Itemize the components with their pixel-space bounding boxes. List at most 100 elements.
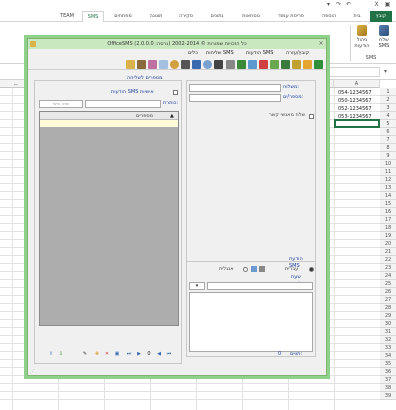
hebrew-radio[interactable] [309,267,314,272]
row-header[interactable]: 9 [380,152,396,160]
tab-review[interactable]: סקירה [172,11,200,22]
copy-icon[interactable] [248,60,257,69]
nav-prev-icon[interactable]: ◀ [156,351,162,357]
row-header[interactable]: 20 [380,240,396,248]
sender-field[interactable] [189,84,281,92]
row-header[interactable]: 12 [380,176,396,184]
row-header[interactable]: 17 [380,216,396,224]
schedule-dropdown[interactable]: ▾ [189,282,205,290]
coins-icon[interactable] [170,60,179,69]
row-header[interactable]: 19 [380,232,396,240]
tab-data[interactable]: נתונים [202,11,232,22]
nav-first-icon[interactable]: ⏮ [166,351,172,357]
menu-file-help[interactable]: קובץ/עזרה [286,49,309,58]
tab-team[interactable]: TEAM [54,11,80,22]
row-header[interactable]: 28 [380,304,396,312]
row-header[interactable]: 21 [380,248,396,256]
row-header[interactable]: 39 [380,392,396,400]
row-header[interactable]: 34 [380,352,396,360]
row-header[interactable]: 2 [380,96,396,104]
row-header[interactable]: 35 [380,360,396,368]
collapse-ribbon-icon[interactable]: ▾ [384,68,392,76]
export-icon[interactable] [270,60,279,69]
nav-last-icon[interactable]: ⏭ [126,351,132,357]
row-header[interactable]: 24 [380,272,396,280]
personal-field-select[interactable]: שדה אישי [39,100,83,108]
nav-edit-icon[interactable]: ✎ [82,351,88,357]
row-header[interactable]: 32 [380,336,396,344]
cell-a3[interactable]: 052-1234567 [338,105,372,113]
row-header[interactable]: 4 [380,112,396,120]
tab-page-layout[interactable]: פריסת עמוד [270,11,312,22]
menu-sms-messages[interactable]: הודעות SMS [246,49,273,58]
destination-field[interactable] [189,94,281,102]
row-header[interactable]: 36 [380,368,396,376]
close-icon[interactable]: × [317,40,325,48]
save-icon[interactable]: ▣ [384,1,391,8]
redo-icon[interactable]: ↷ [335,1,342,8]
personal-sms-checkbox[interactable] [173,90,178,95]
tab-file[interactable]: קובץ [370,11,392,22]
nav-refresh-icon[interactable]: ▣ [114,351,120,357]
numbers-list[interactable]: מספרים ▲ [39,111,179,326]
row-header[interactable]: 8 [380,144,396,152]
row-header[interactable]: 23 [380,264,396,272]
notes-icon[interactable] [126,60,135,69]
row-header[interactable]: 7 [380,136,396,144]
sort-icon[interactable]: ▲ [170,113,176,119]
row-header[interactable]: 15 [380,200,396,208]
open-folder-icon[interactable] [303,60,312,69]
nav-export-icon[interactable]: ⇪ [48,351,54,357]
english-radio[interactable] [243,267,248,272]
new-number-row[interactable] [40,120,178,127]
message-textarea[interactable] [189,292,313,352]
row-header[interactable]: 29 [380,312,396,320]
settings-icon[interactable] [226,60,235,69]
row-header[interactable]: 37 [380,376,396,384]
clear-message-icon[interactable] [259,266,265,272]
column-header-a[interactable]: A [334,80,380,88]
row-header[interactable]: 10 [380,160,396,168]
active-cell[interactable] [334,119,380,128]
row-header[interactable]: 22 [380,256,396,264]
row-header[interactable]: 3 [380,104,396,112]
row-header[interactable]: 6 [380,128,396,136]
customize-qa-icon[interactable]: ▾ [325,1,332,8]
row-header[interactable]: 14 [380,192,396,200]
key-icon[interactable] [137,60,146,69]
tab-sms[interactable]: SMS [82,11,104,22]
save-icon[interactable] [292,60,301,69]
title-field[interactable] [85,100,161,108]
row-header[interactable]: 13 [380,184,396,192]
tab-insert[interactable]: הוספה [314,11,344,22]
select-all-corner[interactable]: ⌐ [14,82,18,88]
row-header[interactable]: 26 [380,288,396,296]
nav-delete-icon[interactable]: ✕ [104,351,110,357]
tab-formulas[interactable]: נוסחאות [234,11,268,22]
nav-add-icon[interactable]: ✚ [94,351,100,357]
resize-grip[interactable]: ⋰ [30,369,36,375]
cell-a1[interactable]: 054-1234567 [338,89,372,97]
tab-view[interactable]: תצוגה [142,11,170,22]
row-header[interactable]: 27 [380,296,396,304]
nav-import-icon[interactable]: ⇩ [58,351,64,357]
add-contact-icon[interactable] [237,60,246,69]
menu-tools[interactable]: כלים [188,49,198,58]
row-header[interactable]: 5 [380,120,396,128]
import-icon[interactable] [281,60,290,69]
clock-icon[interactable] [203,60,212,69]
menu-sms-sends[interactable]: שליחות SMS [206,49,234,58]
tab-developer[interactable]: מפתחים [106,11,140,22]
row-header[interactable]: 33 [380,344,396,352]
pen-icon[interactable] [181,60,190,69]
copy-template-icon[interactable] [251,266,257,272]
undo-icon[interactable]: ↶ [345,1,352,8]
tab-home[interactable]: בית [346,11,368,22]
calendar-icon[interactable] [159,60,168,69]
row-header[interactable]: 16 [380,208,396,216]
cell-a2[interactable]: 050-1234567 [338,97,372,105]
row-header[interactable]: 38 [380,384,396,392]
excel-export-icon[interactable] [314,60,323,69]
nav-next-icon[interactable]: ▶ [136,351,142,357]
send-to-contacts-checkbox[interactable] [309,114,314,119]
